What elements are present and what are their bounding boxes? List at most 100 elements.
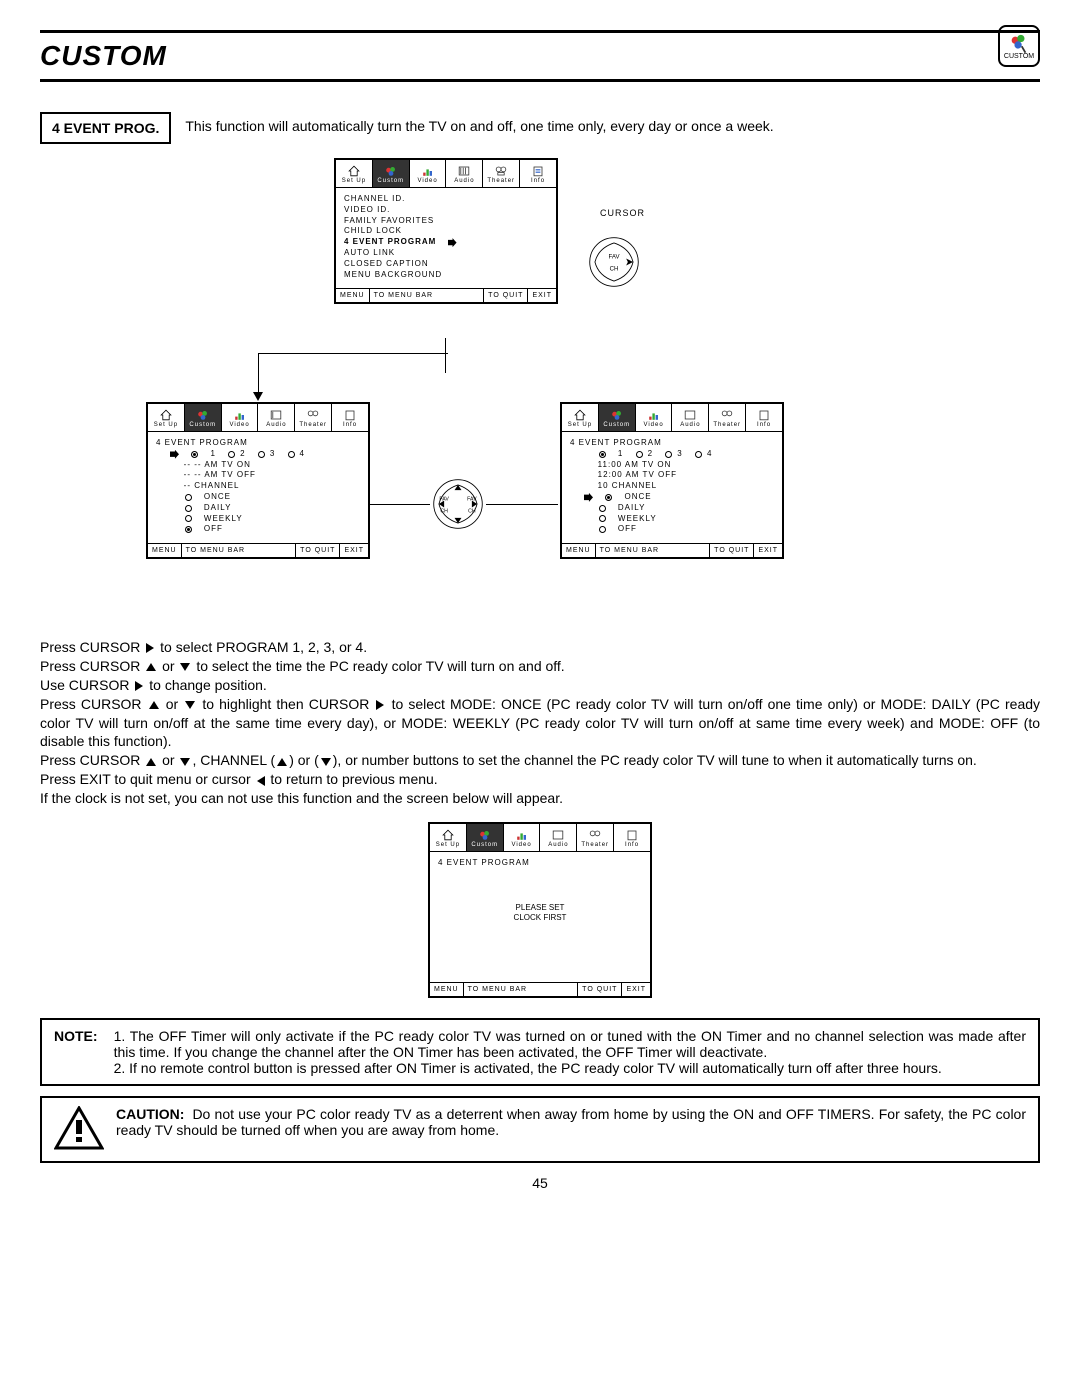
tab-row: Set Up Custom Video Audio Theater Info [148, 404, 368, 432]
triangle-down-icon [180, 758, 190, 766]
menu-item: MENU BACKGROUND [344, 270, 548, 281]
caution-label: CAUTION: [116, 1106, 184, 1122]
arrow-right-icon [170, 450, 179, 459]
radio-empty-icon [228, 451, 235, 458]
section-description: This function will automatically turn th… [185, 112, 773, 134]
tab-audio: Audio [672, 404, 709, 431]
tab-info: Info [520, 160, 556, 187]
triangle-up-icon [277, 758, 287, 766]
tab-theater: Theater [577, 824, 614, 851]
svg-text:CH: CH [440, 509, 448, 515]
flow-line [370, 504, 430, 505]
program-selector: 1 2 3 4 [156, 449, 360, 460]
svg-text:FAV: FAV [439, 497, 449, 503]
menu-title: 4 EVENT PROGRAM [570, 438, 774, 449]
dpad-right-only: FAV CH [588, 236, 640, 288]
radio-empty-icon [599, 505, 606, 512]
tv-off-row: -- -- AM TV OFF [156, 470, 360, 481]
dpad-full: FAV CH FAV CH [432, 478, 484, 530]
menu-right: Set Up Custom Video Audio Theater Info 4… [560, 402, 784, 559]
section-header: 4 EVENT PROG. This function will automat… [40, 112, 1040, 144]
radio-empty-icon [185, 505, 192, 512]
radio-empty-icon [599, 526, 606, 533]
menu-body: 4 EVENT PROGRAM 1 2 3 4 11:00 AM TV ON 1… [562, 432, 782, 543]
radio-empty-icon [185, 494, 192, 501]
mode-row: DAILY [570, 503, 774, 514]
tab-theater: Theater [295, 404, 332, 431]
flow-line [258, 353, 259, 393]
page-title: CUSTOM [40, 40, 167, 72]
flow-line [445, 338, 446, 353]
triangle-up-icon [149, 701, 159, 709]
menu-footer: MENU TO MENU BAR TO QUIT EXIT [336, 288, 556, 302]
menu-body: CHANNEL ID. VIDEO ID. FAMILY FAVORITES C… [336, 188, 556, 288]
triangle-right-icon [135, 681, 143, 691]
arrow-right-icon [448, 238, 457, 247]
instruction-line: Press CURSOR or to highlight then CURSOR… [40, 695, 1040, 752]
tab-audio: Audio [258, 404, 295, 431]
mode-row: ONCE [156, 492, 360, 503]
menu-item: FAMILY FAVORITES [344, 216, 548, 227]
page-number: 45 [40, 1175, 1040, 1191]
flow-line [258, 353, 448, 354]
mode-row: WEEKLY [570, 514, 774, 525]
menu-item-selected: 4 EVENT PROGRAM [344, 237, 548, 248]
channel-row: -- CHANNEL [156, 481, 360, 492]
triangle-right-icon [146, 643, 154, 653]
instruction-line: Press EXIT to quit menu or cursor to ret… [40, 770, 1040, 789]
tab-video: Video [636, 404, 673, 431]
clock-not-set-menu: Set Up Custom Video Audio Theater Info 4… [428, 822, 652, 998]
mode-row: OFF [570, 524, 774, 535]
tab-custom: Custom [373, 160, 410, 187]
radio-filled-icon [605, 494, 612, 501]
tv-on-row: 11:00 AM TV ON [570, 460, 774, 471]
radio-empty-icon [636, 451, 643, 458]
section-label: 4 EVENT PROG. [40, 112, 171, 144]
menu-top: Set Up Custom Video Audio Theater Info C… [334, 158, 558, 304]
tab-setup: Set Up [148, 404, 185, 431]
triangle-left-icon [257, 776, 265, 786]
tab-audio: Audio [446, 160, 483, 187]
note-content: 1. The OFF Timer will only activate if t… [114, 1028, 1026, 1076]
tab-video: Video [504, 824, 541, 851]
tab-row: Set Up Custom Video Audio Theater Info [336, 160, 556, 188]
tab-custom: Custom [599, 404, 636, 431]
radio-empty-icon [185, 515, 192, 522]
menu-footer: MENU TO MENU BAR TO QUIT EXIT [430, 982, 650, 996]
menu-footer: MENU TO MENU BAR TO QUIT EXIT [148, 543, 368, 557]
caution-content: CAUTION:Do not use your PC color ready T… [116, 1106, 1026, 1138]
tab-video: Video [222, 404, 259, 431]
title-bar: CUSTOM CUSTOM [40, 30, 1040, 82]
radio-empty-icon [258, 451, 265, 458]
menu-item: VIDEO ID. [344, 205, 548, 216]
radio-empty-icon [665, 451, 672, 458]
tab-row: Set Up Custom Video Audio Theater Info [562, 404, 782, 432]
instruction-line: Press CURSOR to select PROGRAM 1, 2, 3, … [40, 638, 1040, 657]
tab-video: Video [410, 160, 447, 187]
instruction-line: Press CURSOR or , CHANNEL () or (), or n… [40, 751, 1040, 770]
tv-on-row: -- -- AM TV ON [156, 460, 360, 471]
menu-left: Set Up Custom Video Audio Theater Info 4… [146, 402, 370, 559]
svg-text:FAV: FAV [467, 497, 477, 503]
instruction-line: Use CURSOR to change position. [40, 676, 1040, 695]
svg-text:CH: CH [468, 509, 476, 515]
radio-empty-icon [288, 451, 295, 458]
triangle-up-icon [146, 663, 156, 671]
flow-line [445, 353, 446, 373]
tab-row: Set Up Custom Video Audio Theater Info [430, 824, 650, 852]
mode-row: ONCE [570, 492, 774, 503]
radio-empty-icon [599, 515, 606, 522]
menu-item: AUTO LINK [344, 248, 548, 259]
menu-item: CHILD LOCK [344, 226, 548, 237]
note-box: NOTE: 1. The OFF Timer will only activat… [40, 1018, 1040, 1086]
tab-custom: Custom [467, 824, 504, 851]
instruction-line: If the clock is not set, you can not use… [40, 789, 1040, 808]
menu-title: 4 EVENT PROGRAM [156, 438, 360, 449]
arrow-right-icon [584, 493, 593, 502]
flow-diagram: Set Up Custom Video Audio Theater Info C… [40, 158, 1040, 618]
triangle-down-icon [321, 758, 331, 766]
menu-footer: MENU TO MENU BAR TO QUIT EXIT [562, 543, 782, 557]
radio-empty-icon [695, 451, 702, 458]
triangle-down-icon [185, 701, 195, 709]
tab-audio: Audio [540, 824, 577, 851]
